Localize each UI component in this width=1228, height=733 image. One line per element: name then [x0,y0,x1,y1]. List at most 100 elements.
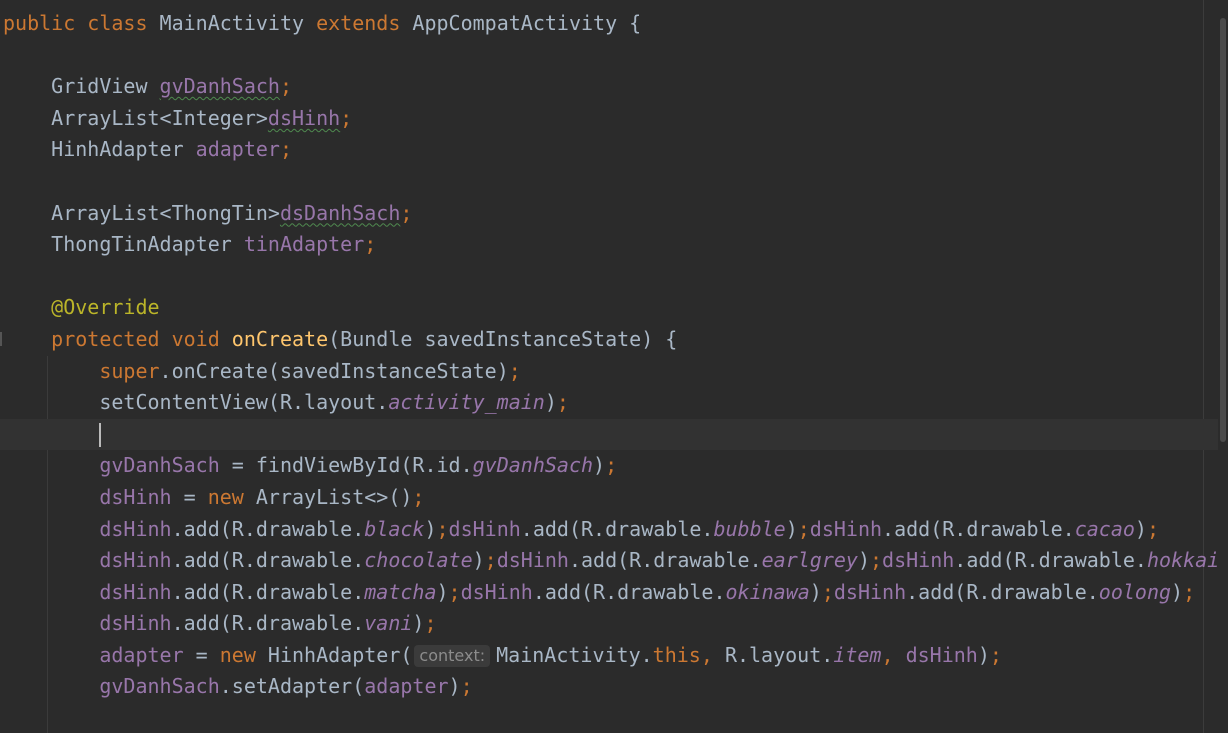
scrollbar-thumb[interactable] [1220,18,1226,442]
code-line[interactable]: @Override [0,292,1228,324]
code-token: hokkaido [1146,548,1228,573]
code-token: ThongTinAdapter [3,232,244,257]
code-lines[interactable]: public class MainActivity extends AppCom… [0,8,1228,733]
code-line[interactable]: ThongTinAdapter tinAdapter; [0,229,1228,261]
code-line-current[interactable] [0,418,1228,451]
code-token: dsHinh [496,548,569,573]
code-token: HinhAdapter( [267,642,413,667]
text-caret [99,423,102,448]
code-token: (Bundle savedInstanceState) { [328,326,678,351]
code-token: ) [593,453,606,478]
code-token: dsDanhSach [279,200,401,225]
code-token: chocolate [364,548,473,573]
code-token: MainActivity. [496,642,653,667]
code-token: protected [3,326,172,351]
code-line[interactable]: public class MainActivity extends AppCom… [0,8,1228,40]
code-token: ) [809,579,822,604]
code-line[interactable] [0,703,1228,733]
code-token: dsHinh [99,579,172,604]
code-token: ) [424,516,437,541]
code-token: .add(R.drawable. [532,579,726,604]
code-token: ; [460,674,473,699]
code-token: cacao [1074,516,1135,541]
code-token: MainActivity [159,11,317,35]
code-line[interactable]: GridView gvDanhSach; [0,71,1228,103]
code-token: ; [484,548,497,573]
code-token: ; [821,579,834,604]
code-token: adapter [364,674,449,699]
code-line[interactable]: dsHinh.add(R.drawable.matcha);dsHinh.add… [0,577,1228,609]
code-token: GridView [3,74,160,99]
code-token: gvDanhSach [472,453,594,478]
code-token: item [833,642,882,667]
code-token: matcha [364,579,437,604]
code-token: earlgrey [761,548,858,573]
code-line[interactable]: HinhAdapter adapter; [0,134,1228,166]
code-token: ; [436,516,449,541]
code-token: .onCreate(savedInstanceState) [159,358,509,383]
code-token: ; [424,611,437,636]
code-token: dsHinh [882,548,955,573]
code-token: ; [412,484,425,509]
code-token: AppCompatActivity { [412,11,642,35]
code-line[interactable] [0,40,1228,72]
code-token: gvDanhSach [99,674,220,699]
code-line[interactable]: dsHinh.add(R.drawable.chocolate);dsHinh.… [0,545,1228,577]
code-token: setContentView(R.layout. [3,390,389,415]
code-token: ) [857,548,870,573]
code-token: super [3,358,160,383]
code-line[interactable] [0,261,1228,293]
code-token: ) [412,611,425,636]
code-token: .add(R.drawable. [954,548,1147,573]
code-token: okinawa [725,579,810,604]
code-token: .add(R.drawable. [171,548,365,573]
code-token: adapter [195,137,280,162]
code-token: dsHinh [99,611,172,636]
code-token: ; [869,548,883,573]
code-line[interactable]: super.onCreate(savedInstanceState); [0,356,1228,388]
code-line[interactable]: gvDanhSach = findViewById(R.id.gvDanhSac… [0,450,1228,482]
code-line[interactable]: adapter = new HinhAdapter(context: MainAc… [0,640,1228,672]
code-token: .add(R.drawable. [906,579,1099,604]
code-line[interactable]: gvDanhSach.setAdapter(adapter); [0,671,1228,703]
code-line[interactable]: ArrayList<Integer>dsHinh; [0,103,1228,135]
code-token: gvDanhSach [159,74,280,99]
code-token: adapter [99,642,184,667]
code-line[interactable]: protected void onCreate(Bundle savedInst… [0,324,1228,356]
parameter-hint: context: [414,644,491,667]
code-token: ; [279,137,292,162]
code-token: .add(R.drawable. [171,611,365,636]
code-token: ; [989,642,1002,667]
code-token: ) [1171,579,1184,604]
code-token: HinhAdapter [3,137,196,162]
code-line[interactable]: dsHinh = new ArrayList<>(); [0,482,1228,514]
code-token: onCreate [231,326,329,351]
code-token: = [183,642,220,667]
code-token: this [652,642,701,667]
code-editor[interactable]: public class MainActivity extends AppCom… [0,0,1228,733]
code-token: ArrayList<>() [255,484,413,509]
code-token: .add(R.drawable. [171,579,365,604]
code-token: ) [436,579,449,604]
code-token: .add(R.drawable. [520,516,714,541]
code-token: ) [1134,516,1147,541]
code-line[interactable]: dsHinh.add(R.drawable.black);dsHinh.add(… [0,514,1228,546]
code-line[interactable]: setContentView(R.layout.activity_main); [0,387,1228,419]
code-token: gvDanhSach [99,453,220,478]
vertical-scrollbar[interactable] [1218,0,1228,733]
code-token: ; [340,105,353,130]
code-token: dsHinh [99,548,172,573]
code-token: ; [1146,516,1160,541]
code-token: = [171,484,208,509]
code-token: .add(R.drawable. [882,516,1075,541]
code-line[interactable]: ArrayList<ThongTin>dsDanhSach; [0,198,1228,230]
code-line[interactable]: dsHinh.add(R.drawable.vani); [0,608,1228,640]
code-token: ) [977,642,990,667]
code-line[interactable] [0,166,1228,198]
code-token: ) [448,674,461,699]
code-token: ; [448,579,461,604]
